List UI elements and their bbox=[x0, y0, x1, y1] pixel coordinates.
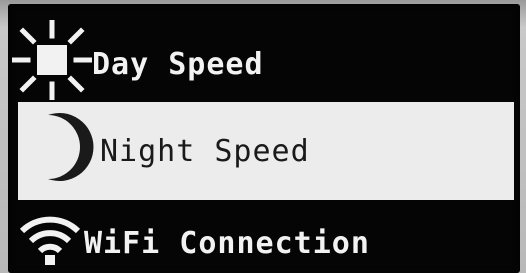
menu-item-label: Day Speed bbox=[92, 46, 264, 82]
menu-item-day-speed[interactable]: Day Speed bbox=[8, 19, 520, 104]
menu-item-wifi-connection[interactable]: WiFi Connection bbox=[8, 210, 520, 273]
menu-item-label: WiFi Connection bbox=[84, 225, 370, 261]
sun-icon bbox=[11, 19, 93, 108]
moon-icon bbox=[28, 107, 100, 195]
menu-item-label: Night Speed bbox=[100, 133, 310, 169]
wifi-icon bbox=[16, 209, 84, 273]
display-screen: Day Speed Night Speed WiFi Connection bbox=[8, 4, 520, 273]
menu-item-night-speed[interactable]: Night Speed bbox=[18, 102, 514, 200]
